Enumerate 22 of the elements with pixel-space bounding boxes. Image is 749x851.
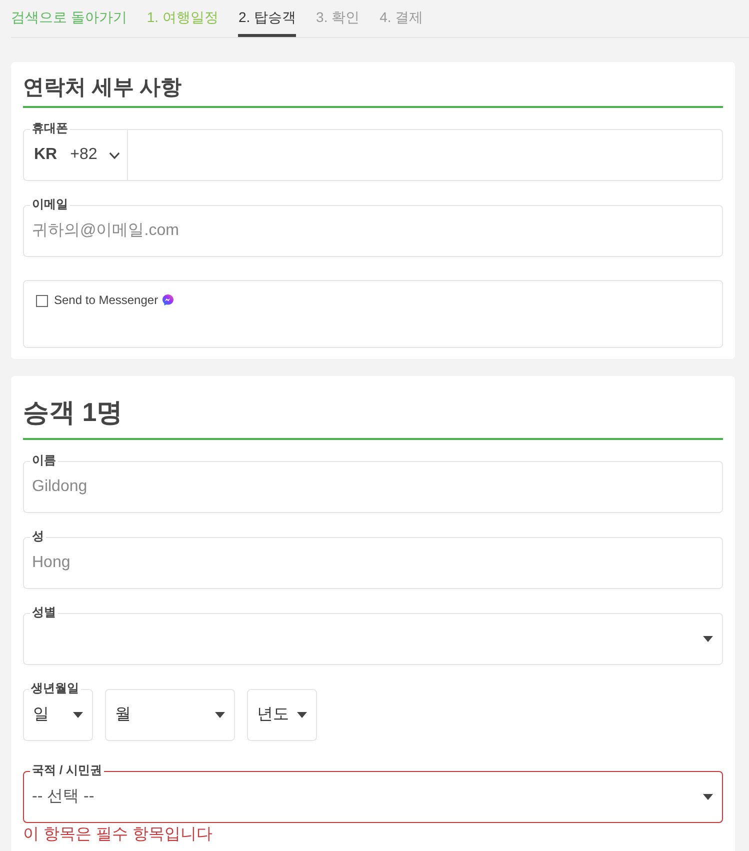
error-message: 이 항목은 필수 항목입니다 bbox=[23, 825, 214, 845]
checkbox-label[interactable]: Send to Messenger bbox=[54, 293, 158, 307]
section-heading: 승객 1명 bbox=[23, 394, 723, 440]
section-heading: 연락처 세부 사항 bbox=[23, 74, 723, 108]
caret-down-icon bbox=[703, 636, 713, 642]
caret-down-icon bbox=[73, 712, 83, 718]
chevron-down-icon bbox=[109, 152, 120, 158]
chat-bubble-icon bbox=[162, 294, 174, 306]
field-label: 이메일 bbox=[30, 197, 70, 211]
caret-down-icon bbox=[297, 712, 307, 718]
step-tab[interactable]: 2. 탑승객 bbox=[238, 0, 296, 37]
caret-down-icon bbox=[215, 712, 225, 718]
checkbox[interactable] bbox=[36, 295, 48, 307]
field-label: 이름 bbox=[30, 453, 58, 467]
field-label: 휴대폰 bbox=[30, 121, 70, 135]
field-label: 성 bbox=[30, 529, 46, 543]
dropdown[interactable]: 월 bbox=[105, 689, 235, 741]
caret-down-icon bbox=[703, 794, 713, 800]
dropdown[interactable]: 년도 bbox=[247, 689, 317, 741]
field-label: 생년월일 bbox=[29, 681, 81, 695]
field-label: 국적 / 시민권 bbox=[30, 763, 104, 777]
field-label: 성별 bbox=[30, 605, 58, 619]
